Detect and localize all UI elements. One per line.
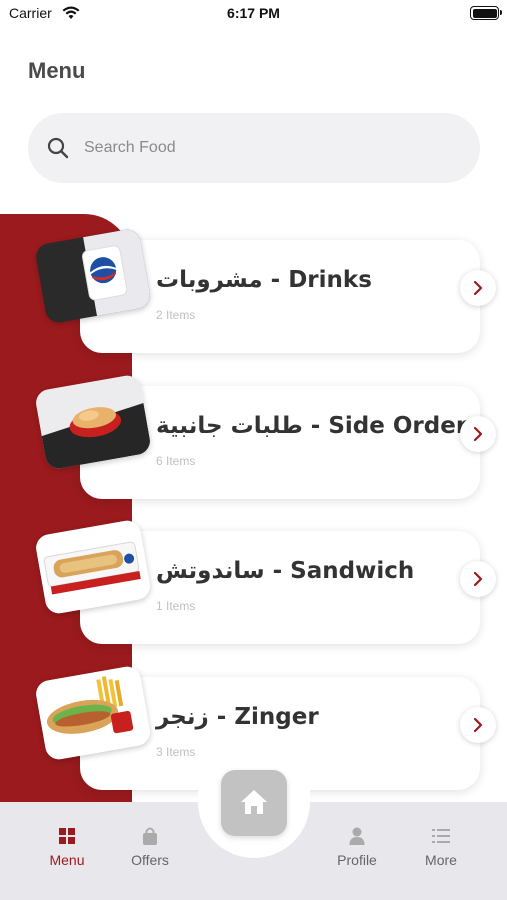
category-count: 2 Items (156, 308, 196, 322)
list-icon (401, 826, 481, 846)
search-icon (46, 136, 70, 164)
category-card-side-order[interactable]: طلبات جانبية - Side Order 6 Items (33, 373, 496, 499)
home-button[interactable] (221, 770, 287, 836)
status-time: 6:17 PM (227, 5, 280, 21)
side-order-image (33, 373, 153, 471)
battery-icon (470, 6, 502, 20)
category-title: طلبات جانبية - Side Order (156, 413, 468, 439)
person-icon (317, 826, 397, 846)
drinks-image (33, 227, 153, 325)
search-bar[interactable] (28, 113, 480, 183)
nav-item-offers[interactable]: Offers (110, 826, 190, 868)
chevron-right-icon[interactable] (460, 270, 496, 306)
category-card-drinks[interactable]: مشروبات - Drinks 2 Items (33, 227, 496, 353)
status-bar: Carrier 6:17 PM (0, 0, 507, 30)
bag-icon (110, 826, 190, 846)
page-title: Menu (28, 58, 86, 83)
nav-label-offers: Offers (131, 852, 169, 868)
search-input[interactable] (84, 113, 454, 183)
sandwich-image (33, 518, 153, 616)
grid-icon (27, 826, 107, 846)
nav-item-profile[interactable]: Profile (317, 826, 397, 868)
category-count: 3 Items (156, 745, 196, 759)
nav-label-profile: Profile (337, 852, 377, 868)
chevron-right-icon[interactable] (460, 561, 496, 597)
category-card-sandwich[interactable]: ساندوتش - Sandwich 1 Items (33, 518, 496, 644)
category-count: 6 Items (156, 454, 196, 468)
nav-label-menu: Menu (49, 852, 85, 868)
category-title: ساندوتش - Sandwich (156, 558, 415, 584)
nav-item-more[interactable]: More (401, 826, 481, 868)
category-title: زنجر - Zinger (156, 704, 319, 730)
zinger-image (33, 664, 153, 762)
chevron-right-icon[interactable] (460, 416, 496, 452)
chevron-right-icon[interactable] (460, 707, 496, 743)
nav-label-more: More (425, 852, 457, 868)
nav-item-menu[interactable]: Menu (27, 826, 107, 868)
category-title: مشروبات - Drinks (156, 267, 372, 293)
category-count: 1 Items (156, 599, 196, 613)
